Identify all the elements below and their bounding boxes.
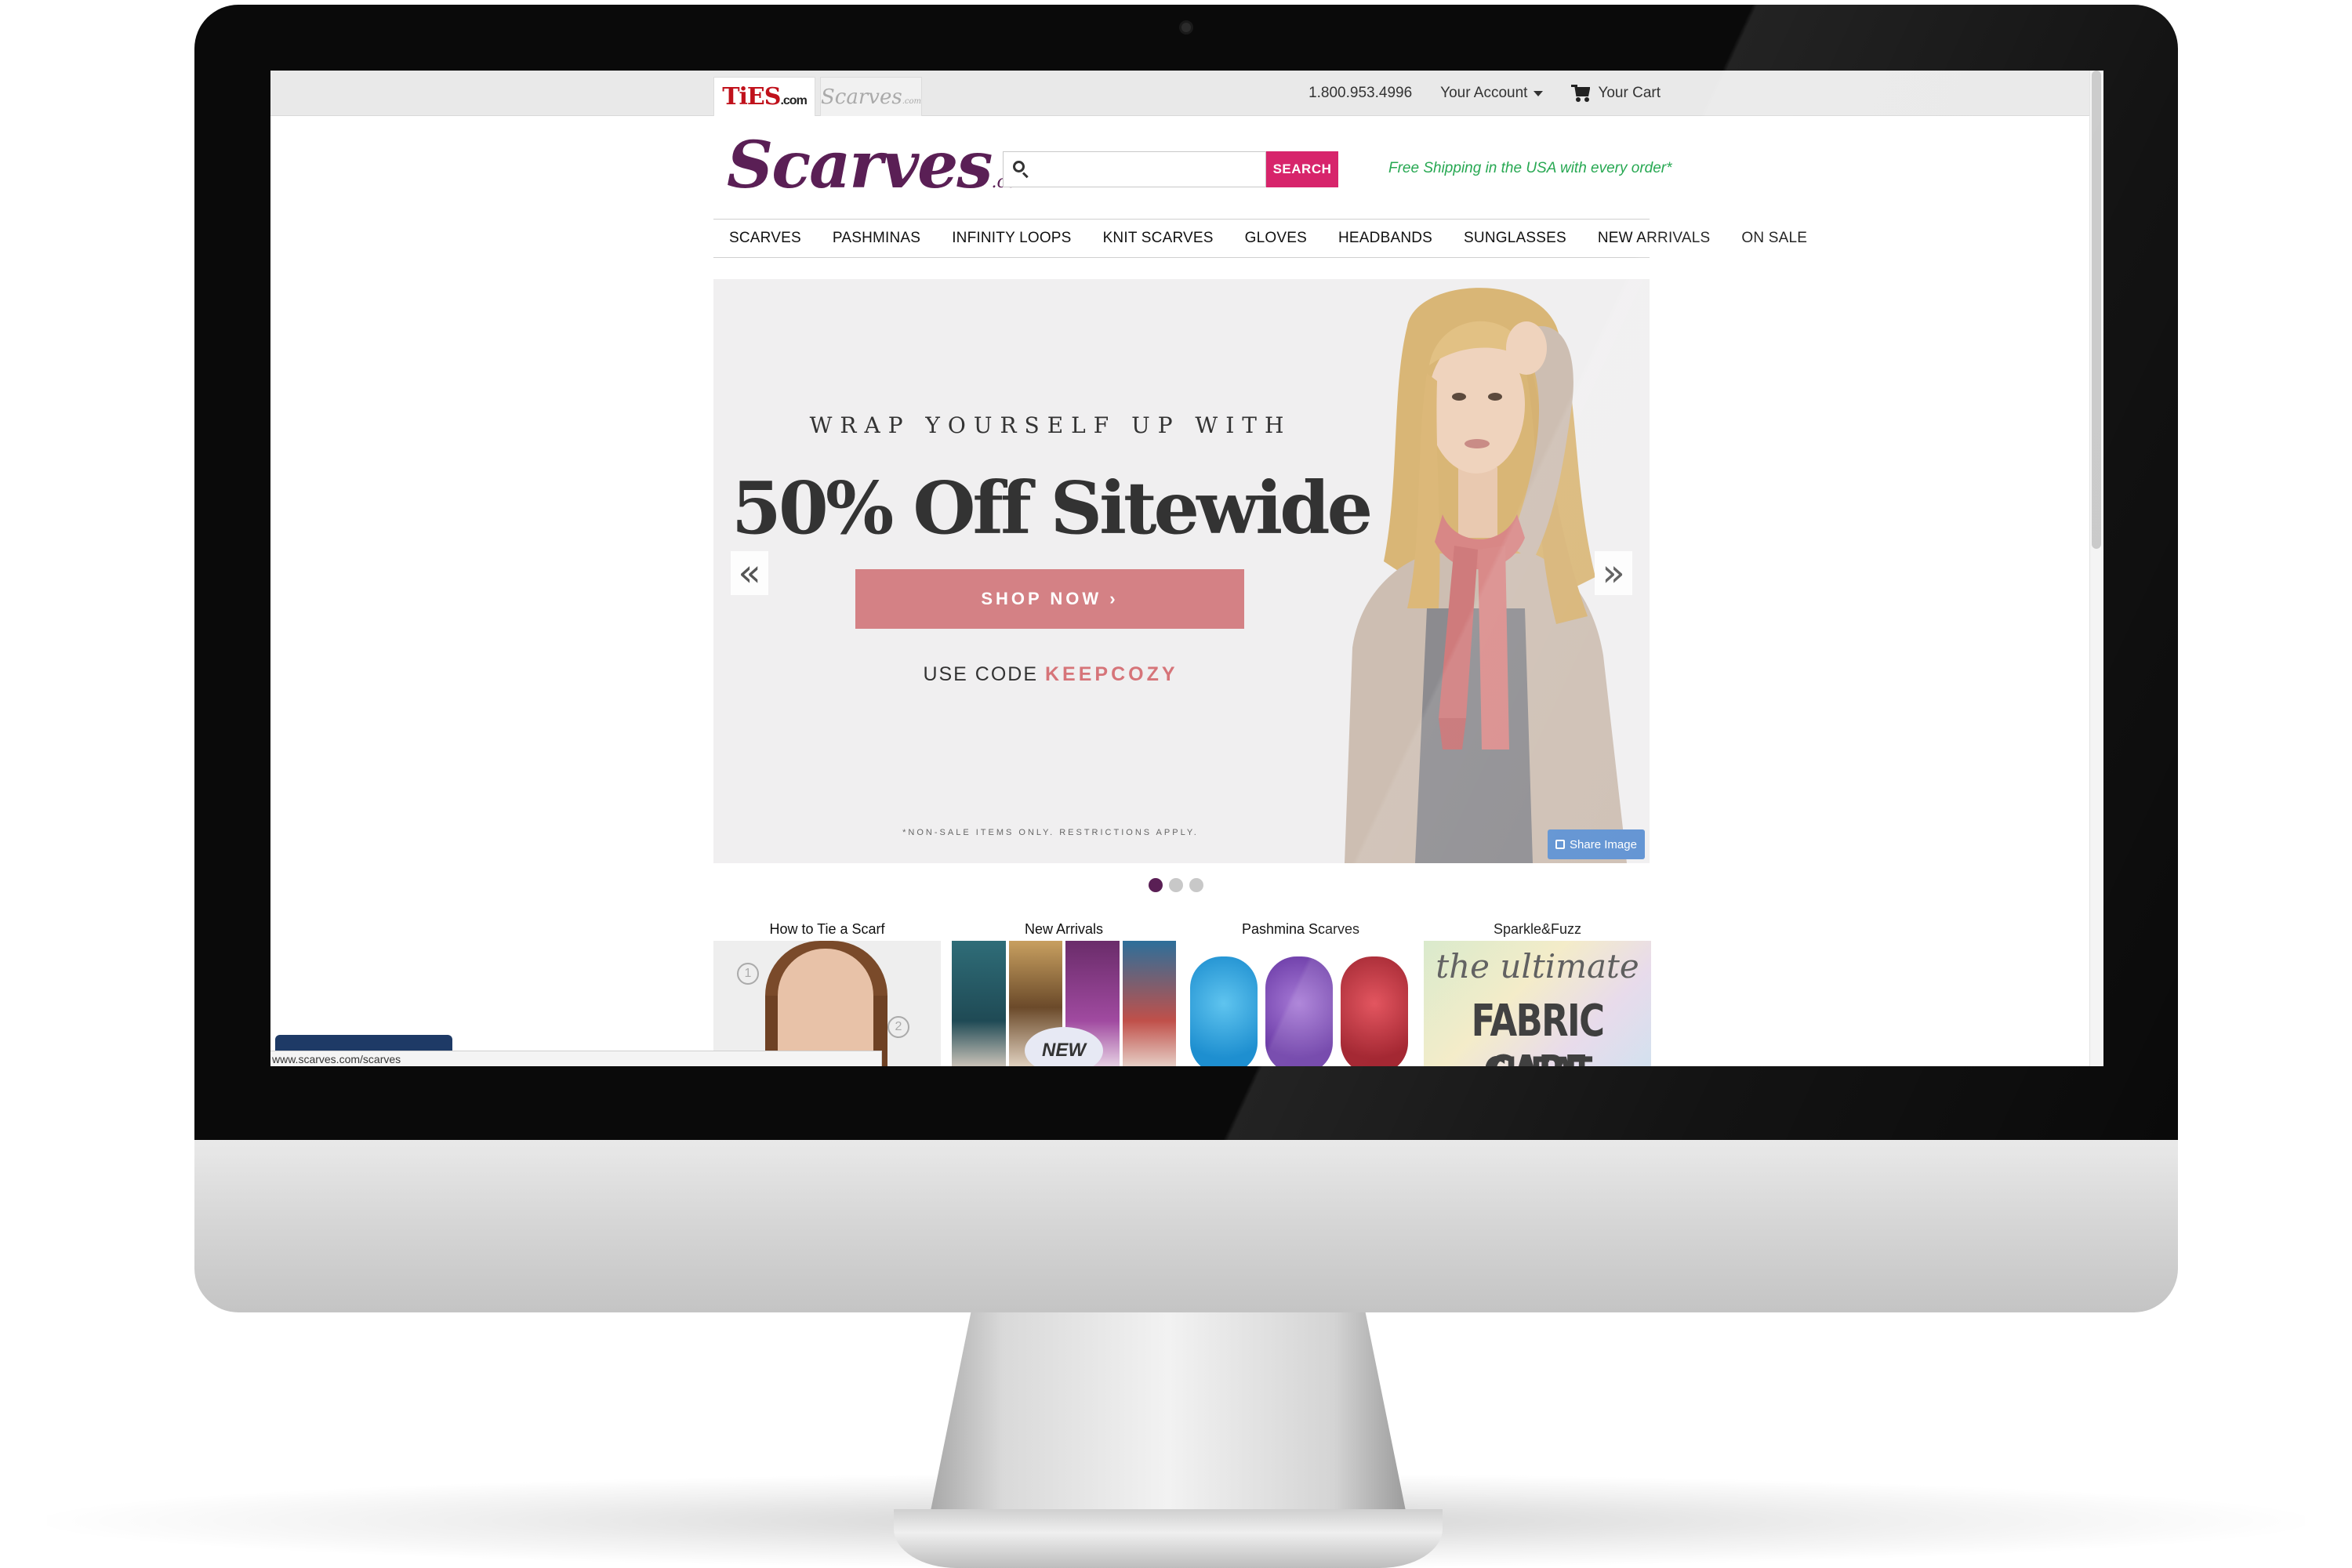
fabric-care-image: the ultimate FABRIC CARE CHEAT SHEET (1424, 941, 1651, 1066)
stack-icon (1555, 840, 1566, 849)
how-to-tie-image: 1 2 (713, 941, 941, 1066)
nav-item-sunglasses[interactable]: SUNGLASSES (1464, 230, 1566, 247)
utility-links: 1.800.953.4996 Your Account Your Cart (1308, 71, 1661, 116)
monitor-stand-foot (894, 1509, 1443, 1568)
utility-bar: TiES.com Scarves.com 1.800.953.4996 Your… (270, 71, 2103, 116)
free-shipping-note[interactable]: Free Shipping in the USA with every orde… (1388, 160, 1672, 177)
promo-code-prefix: USE CODE (923, 663, 1039, 685)
share-image-button[interactable]: Share Image (1548, 829, 1645, 859)
search-box (1003, 151, 1266, 187)
caret-down-icon (1534, 90, 1544, 96)
stage: TiES.com Scarves.com 1.800.953.4996 Your… (0, 0, 2352, 1568)
carousel-dot-2[interactable] (1169, 878, 1183, 892)
tile-title: How to Tie a Scarf (769, 921, 885, 937)
search-icon (1011, 159, 1032, 180)
tile-title: Pashmina Scarves (1241, 921, 1360, 937)
feedback-tab[interactable] (275, 1035, 452, 1052)
category-tiles: How to Tie a Scarf 1 2 New Arrivals NEW … (713, 917, 1654, 1066)
nav-item-new-arrivals[interactable]: NEW ARRIVALS (1598, 230, 1711, 247)
carousel-dot-3[interactable] (1189, 878, 1203, 892)
carousel-next-button[interactable]: » (1595, 551, 1632, 595)
account-menu[interactable]: Your Account (1440, 85, 1544, 102)
search-input[interactable] (1036, 154, 1265, 185)
monitor-chin (194, 1140, 2178, 1312)
site-logo[interactable]: Scarves.com (727, 133, 1033, 198)
phone-number: 1.800.953.4996 (1308, 85, 1413, 101)
nav-item-gloves[interactable]: GLOVES (1245, 230, 1307, 247)
site-tab-ties[interactable]: TiES.com (713, 77, 815, 116)
status-url: www.scarves.com/scarves (270, 1051, 882, 1066)
carousel-dot-1[interactable] (1149, 878, 1163, 892)
nav-item-headbands[interactable]: HEADBANDS (1338, 230, 1432, 247)
scarves-mini-logo: Scarves.com (820, 85, 922, 109)
tile-new-arrivals[interactable]: New Arrivals NEW (950, 917, 1178, 1066)
nav-item-scarves[interactable]: SCARVES (729, 230, 801, 247)
fabric-care-script: the ultimate (1436, 947, 1639, 985)
scroll-thumb[interactable] (2092, 71, 2101, 549)
hero-headline: 50% Off Sitewide (731, 466, 1373, 550)
shop-now-button[interactable]: SHOP NOW › (855, 569, 1244, 629)
cart-icon (1571, 85, 1592, 102)
carousel-prev-button[interactable]: « (731, 551, 768, 595)
site-tabs: TiES.com Scarves.com (713, 77, 922, 116)
carousel-dots (1149, 878, 1203, 892)
nav-item-pashminas[interactable]: PASHMINAS (833, 230, 920, 247)
tile-title: Sparkle&Fuzz (1493, 921, 1582, 937)
step-number: 2 (887, 1016, 909, 1038)
hero-banner[interactable]: WRAP YOURSELF UP WITH 50% Off Sitewide S… (713, 279, 1650, 863)
account-label: Your Account (1440, 85, 1528, 101)
cart-link[interactable]: Your Cart (1571, 85, 1661, 102)
nav-item-infinity-loops[interactable]: INFINITY LOOPS (952, 230, 1071, 247)
tile-how-to-tie[interactable]: How to Tie a Scarf 1 2 (713, 917, 941, 1066)
main-nav: SCARVES PASHMINAS INFINITY LOOPS KNIT SC… (713, 219, 1807, 258)
hero-tagline: WRAP YOURSELF UP WITH (809, 412, 1292, 438)
promo-code: KEEPCOZY (1045, 663, 1178, 685)
tile-sparkle-fuzz[interactable]: Sparkle&Fuzz the ultimate FABRIC CARE CH… (1424, 917, 1651, 1066)
share-image-label: Share Image (1570, 837, 1637, 851)
promo-code-line: USE CODE KEEPCOZY (713, 663, 1388, 686)
new-arrivals-image: NEW (950, 941, 1178, 1066)
cart-label: Your Cart (1598, 85, 1661, 101)
pashmina-image (1187, 941, 1414, 1066)
nav-item-knit-scarves[interactable]: KNIT SCARVES (1103, 230, 1214, 247)
nav-item-on-sale[interactable]: ON SALE (1741, 230, 1807, 247)
camera-icon (1179, 20, 1193, 34)
page-scrollbar[interactable] (2089, 71, 2103, 1066)
fabric-care-subtitle: CHEAT SHEET (1446, 1049, 1628, 1066)
ties-logo: TiES.com (722, 83, 808, 111)
tile-title: New Arrivals (1024, 921, 1104, 937)
monitor-stand (930, 1309, 1406, 1513)
restrictions-note: *NON-SALE ITEMS ONLY. RESTRICTIONS APPLY… (902, 828, 1199, 837)
step-number: 1 (737, 963, 759, 985)
search-button[interactable]: SEARCH (1266, 151, 1338, 187)
tile-pashmina-scarves[interactable]: Pashmina Scarves (1187, 917, 1414, 1066)
site-tab-scarves[interactable]: Scarves.com (820, 77, 922, 116)
browser-screen: TiES.com Scarves.com 1.800.953.4996 Your… (270, 71, 2103, 1066)
